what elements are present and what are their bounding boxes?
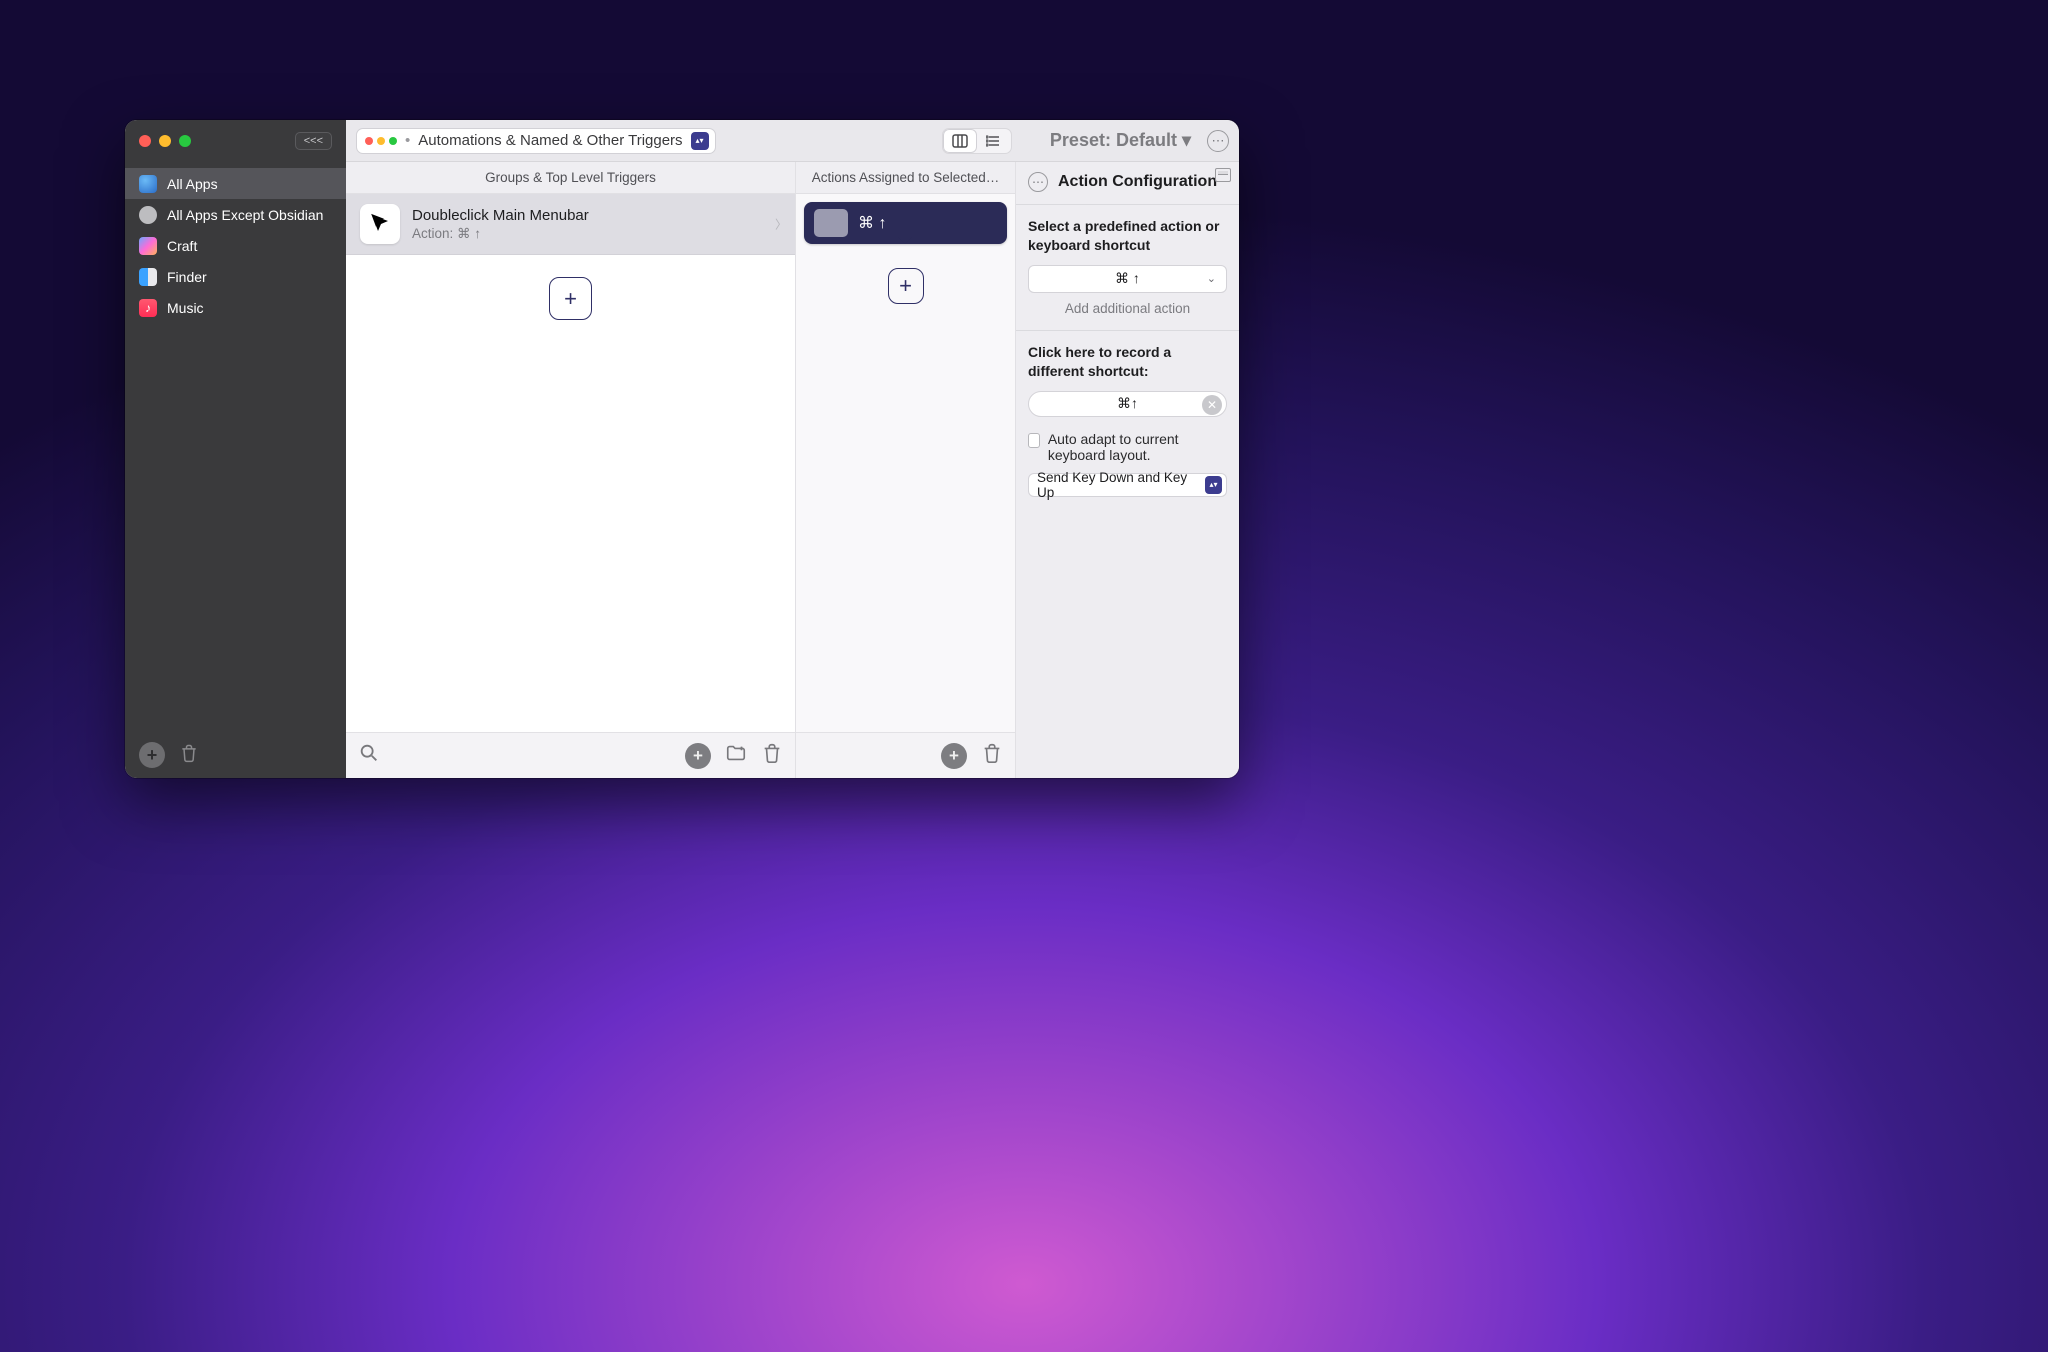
add-additional-action-link[interactable]: Add additional action	[1028, 301, 1227, 316]
trigger-row[interactable]: Doubleclick Main Menubar Action: ⌘ ↑ 〉	[346, 194, 795, 255]
preset-selector[interactable]: Preset: Default ▾	[1050, 130, 1191, 151]
send-mode-value: Send Key Down and Key Up	[1037, 470, 1199, 500]
stepper-icon: ▴▾	[691, 132, 709, 150]
globe-icon	[139, 175, 157, 193]
chevron-right-icon: 〉	[775, 216, 787, 233]
add-action-button[interactable]: +	[888, 268, 924, 304]
checkbox-icon	[1028, 433, 1040, 448]
sidebar-item-all-apps[interactable]: All Apps	[125, 168, 346, 199]
category-label: Automations & Named & Other Triggers	[418, 132, 682, 149]
craft-app-icon	[139, 237, 157, 255]
chevron-down-icon: ⌄	[1207, 272, 1216, 285]
auto-adapt-checkbox[interactable]: Auto adapt to current keyboard layout.	[1028, 431, 1227, 463]
shortcut-input[interactable]: ⌘↑ ✕	[1028, 391, 1227, 417]
sidebar-item-finder[interactable]: Finder	[125, 261, 346, 292]
add-sidebar-item-button[interactable]: +	[139, 742, 165, 768]
groups-column: Groups & Top Level Triggers Doubleclick …	[346, 162, 796, 778]
config-column: ⋯ Action Configuration Select a predefin…	[1016, 162, 1239, 778]
view-list-icon[interactable]	[977, 129, 1011, 153]
delete-action-button[interactable]	[981, 742, 1003, 769]
auto-adapt-label: Auto adapt to current keyboard layout.	[1048, 431, 1227, 463]
add-group-button[interactable]: +	[685, 743, 711, 769]
dropdown-value: ⌘ ↑	[1115, 270, 1140, 287]
stepper-icon: ▴▾	[1205, 476, 1222, 494]
actions-column: Actions Assigned to Selected… ⌘ ↑ + +	[796, 162, 1016, 778]
record-shortcut-label: Click here to record a different shortcu…	[1028, 343, 1227, 381]
detach-panel-button[interactable]	[1215, 168, 1231, 182]
action-shortcut: ⌘ ↑	[858, 213, 886, 233]
delete-trigger-button[interactable]	[761, 742, 783, 769]
predefined-action-label: Select a predefined action or keyboard s…	[1028, 217, 1227, 255]
groups-header: Groups & Top Level Triggers	[346, 162, 795, 194]
sidebar-item-label: All Apps Except Obsidian	[167, 207, 323, 223]
sidebar-item-all-apps-except[interactable]: All Apps Except Obsidian	[125, 199, 346, 230]
music-app-icon: ♪	[139, 299, 157, 317]
action-card[interactable]: ⌘ ↑	[804, 202, 1007, 244]
send-mode-select[interactable]: Send Key Down and Key Up ▴▾	[1028, 473, 1227, 497]
sidebar-item-label: Finder	[167, 269, 207, 285]
search-button[interactable]	[358, 742, 380, 769]
finder-app-icon	[139, 268, 157, 286]
sidebar-item-music[interactable]: ♪ Music	[125, 292, 346, 323]
view-columns-icon[interactable]	[943, 129, 977, 153]
predefined-action-dropdown[interactable]: ⌘ ↑ ⌄	[1028, 265, 1227, 293]
traffic-lights-icon	[365, 137, 397, 145]
config-title: Action Configuration	[1058, 172, 1217, 191]
zoom-icon[interactable]	[179, 135, 191, 147]
more-button[interactable]: ⋯	[1207, 130, 1229, 152]
back-button[interactable]: <<<	[295, 132, 332, 150]
shortcut-value: ⌘↑	[1117, 395, 1138, 412]
add-action-footer-button[interactable]: +	[941, 743, 967, 769]
sidebar: <<< All Apps All Apps Except Obsidian Cr…	[125, 120, 346, 778]
window-traffic-lights[interactable]	[139, 135, 191, 147]
category-selector[interactable]: • Automations & Named & Other Triggers ▴…	[356, 128, 716, 154]
sidebar-item-label: Craft	[167, 238, 197, 254]
trigger-title: Doubleclick Main Menubar	[412, 207, 589, 224]
action-thumbnail	[814, 209, 848, 237]
sidebar-item-craft[interactable]: Craft	[125, 230, 346, 261]
config-more-button[interactable]: ⋯	[1028, 172, 1048, 192]
toolbar: • Automations & Named & Other Triggers ▴…	[346, 120, 1239, 162]
clear-shortcut-button[interactable]: ✕	[1202, 395, 1222, 415]
minimize-icon[interactable]	[159, 135, 171, 147]
app-window: <<< All Apps All Apps Except Obsidian Cr…	[125, 120, 1239, 778]
new-folder-button[interactable]	[725, 742, 747, 769]
delete-sidebar-item-button[interactable]	[179, 743, 199, 768]
close-icon[interactable]	[139, 135, 151, 147]
trigger-subtitle: Action: ⌘ ↑	[412, 226, 589, 242]
sidebar-item-label: All Apps	[167, 176, 218, 192]
view-mode-segment[interactable]	[942, 128, 1012, 154]
circle-icon	[139, 206, 157, 224]
cursor-icon	[360, 204, 400, 244]
add-trigger-button[interactable]: +	[549, 277, 592, 320]
sidebar-item-label: Music	[167, 300, 204, 316]
actions-header: Actions Assigned to Selected…	[796, 162, 1015, 194]
